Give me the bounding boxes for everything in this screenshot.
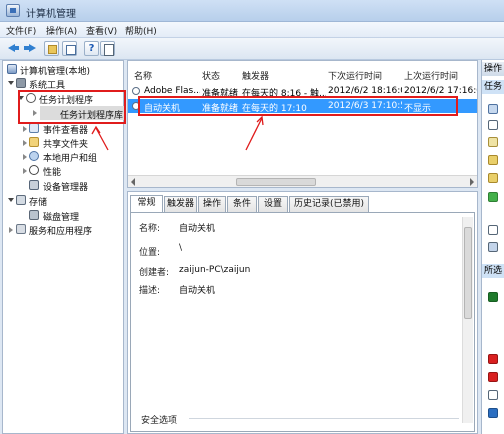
author-label: 创建者: [139,268,170,278]
computer-management-icon [6,4,20,17]
users-icon [29,151,39,161]
up-folder-icon[interactable] [44,41,59,56]
device-manager-icon [29,180,39,190]
location-label: 位置: [139,248,161,258]
author-value: zaijun-PC\zaijun [179,265,251,275]
event-viewer-icon [29,123,39,133]
expand-arrow-icon[interactable] [23,126,27,132]
security-options-divider [189,418,459,419]
show-hide-tree-icon[interactable] [62,41,77,56]
scroll-thumb[interactable] [236,178,316,186]
refresh-icon[interactable] [488,225,498,235]
cell-next-run: 2012/6/2 18:16:00 [328,86,402,96]
properties-icon[interactable] [488,390,498,400]
tab-triggers[interactable]: 触发器 [164,196,197,212]
location-value: \ [179,243,183,253]
column-header-status[interactable]: 状态 [202,69,220,82]
menu-view[interactable]: 查看(V) [86,24,117,37]
actions-header: 操作 [482,62,504,76]
performance-icon [29,165,39,175]
horizontal-scrollbar[interactable] [128,175,477,187]
tab-settings[interactable]: 设置 [258,196,288,212]
tree-item-device-manager[interactable]: 设备管理器 [43,180,88,193]
expand-arrow-icon[interactable] [8,198,14,202]
vertical-scrollbar[interactable] [462,217,473,423]
task-detail-pane: 常规 触发器 操作 条件 设置 历史记录(已禁用) 名称: 自动关机 位置: \… [127,191,478,434]
expand-arrow-icon[interactable] [23,154,27,160]
view-icon[interactable] [488,242,498,252]
menu-action[interactable]: 操作(A) [46,24,77,37]
title-bar: 计算机管理 [0,0,504,22]
cell-last-run: 2012/6/2 17:16:00 [404,86,477,96]
actions-pane: 操作 任务 所选 [481,60,504,434]
tab-general[interactable]: 常规 [130,195,163,213]
scroll-right-icon[interactable] [470,178,474,186]
scroll-left-icon[interactable] [131,178,135,186]
window-title: 计算机管理 [26,9,76,20]
forward-arrow-icon[interactable] [22,41,37,56]
end-icon[interactable] [488,354,498,364]
tree-item-services-apps[interactable]: 服务和应用程序 [29,224,92,237]
storage-icon [16,195,26,205]
description-label: 描述: [139,286,161,296]
delete-icon[interactable] [488,372,498,382]
column-header-last-run[interactable]: 上次运行时间 [404,69,458,82]
tree-item-computer-management[interactable]: 计算机管理(本地) [20,64,90,77]
back-arrow-icon[interactable] [6,41,21,56]
new-folder-icon[interactable] [488,192,498,202]
import-task-icon[interactable] [488,137,498,147]
tools-icon [16,78,26,88]
task-list: 名称 状态 触发器 下次运行时间 上次运行时间 Adobe Flas... 准备… [127,60,478,188]
name-label: 名称: [139,224,161,234]
menu-bar: 文件(F) 操作(A) 查看(V) 帮助(H) [0,22,504,38]
scroll-thumb[interactable] [464,227,472,319]
security-options-label: 安全选项 [141,416,178,426]
expand-arrow-icon[interactable] [23,140,27,146]
shared-folder-icon [29,137,39,147]
create-task-icon[interactable] [488,120,498,130]
help-icon[interactable] [488,408,498,418]
tree-item-storage[interactable]: 存储 [29,195,47,208]
task-icon [132,87,140,95]
tree-item-performance[interactable]: 性能 [43,165,61,178]
actions-selected-section[interactable]: 所选 [482,264,504,278]
tree-item-shared-folders[interactable]: 共享文件夹 [43,137,88,150]
tree-item-local-users-groups[interactable]: 本地用户和组 [43,151,97,164]
actions-task-section[interactable]: 任务 [482,80,504,94]
tree-item-disk-management[interactable]: 磁盘管理 [43,210,79,223]
name-value[interactable]: 自动关机 [179,221,215,234]
tab-actions[interactable]: 操作 [198,196,226,212]
tab-history[interactable]: 历史记录(已禁用) [289,196,369,212]
tree-item-event-viewer[interactable]: 事件查看器 [43,123,88,136]
cell-name: Adobe Flas... [144,86,200,96]
run-icon[interactable] [488,292,498,302]
annotation-box-task-scheduler [18,90,126,124]
menu-help[interactable]: 帮助(H) [125,24,157,37]
help-icon[interactable]: ? [84,41,99,56]
services-icon [16,224,26,234]
menu-file[interactable]: 文件(F) [6,24,36,37]
disk-icon [29,210,39,220]
expand-arrow-icon[interactable] [23,168,27,174]
tab-conditions[interactable]: 条件 [227,196,257,212]
properties-icon[interactable] [100,41,115,56]
annotation-box-selected-task [138,96,458,116]
toolbar: ? [0,38,504,60]
column-header-next-run[interactable]: 下次运行时间 [328,69,382,82]
column-header-name[interactable]: 名称 [134,69,152,82]
expand-arrow-icon[interactable] [8,81,14,85]
display-running-icon[interactable] [488,155,498,165]
enable-history-icon[interactable] [488,173,498,183]
expand-arrow-icon[interactable] [9,227,13,233]
create-basic-task-icon[interactable] [488,104,498,114]
column-header-trigger[interactable]: 触发器 [242,69,269,82]
description-value[interactable]: 自动关机 [179,283,215,296]
general-tab-content: 名称: 自动关机 位置: \ 创建者: zaijun-PC\zaijun 描述:… [130,212,475,432]
computer-icon [7,64,17,74]
